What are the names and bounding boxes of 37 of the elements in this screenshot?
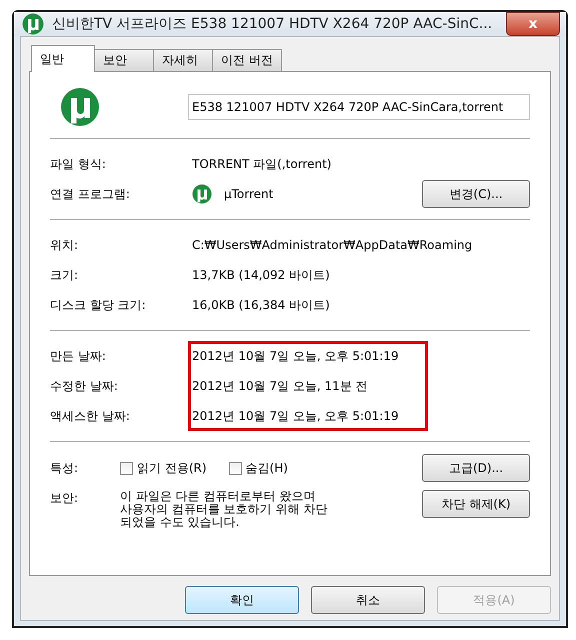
file-name-field[interactable]: E538 121007 HDTV X264 720P AAC-SinCara,torrent — [188, 94, 530, 120]
unblock-button[interactable]: 차단 해제(K) — [422, 490, 530, 518]
window-title: 신비한TV 서프라이즈 E538 121007 HDTV X264 720P AAC-SinC... — [52, 15, 494, 33]
utorrent-icon — [192, 184, 212, 204]
field-label: 디스크 할당 크기: — [50, 296, 147, 314]
checkbox[interactable] — [120, 462, 133, 474]
field-value: 2012년 10월 7일 오늘, 11분 전 — [192, 378, 368, 394]
field-label: 크기: — [50, 266, 80, 284]
tab[interactable]: 일반 — [31, 45, 95, 72]
field-value: TORRENT 파일(,torrent) — [192, 156, 332, 172]
security-message: 이 파일은 다른 컴퓨터로부터 왔으며 사용자의 컴퓨터를 보호하기 위해 차단 되었을 수도 있습니다. — [120, 490, 328, 530]
advanced-button[interactable]: 고급(D)... — [422, 454, 530, 482]
utorrent-logo-icon — [22, 13, 44, 35]
utorrent-logo-icon — [60, 87, 100, 127]
checkbox-label[interactable]: 숨김(H) — [246, 460, 288, 476]
tab[interactable]: 자세히 — [153, 49, 213, 71]
field-value: 2012년 10월 7일 오늘, 오후 5:01:19 — [192, 348, 399, 364]
dialog-button[interactable]: 취소 — [311, 586, 425, 614]
field-value: C:₩Users₩Administrator₩AppData₩Roaming — [192, 238, 472, 252]
checkbox-label[interactable]: 읽기 전용(R) — [137, 460, 207, 476]
field-label: 액세스한 날짜: — [50, 408, 131, 424]
field-value: 13,7KB (14,092 바이트) — [192, 266, 330, 284]
field-value: µTorrent — [224, 187, 274, 201]
field-label: 특성: — [50, 460, 80, 476]
field-label: 보안: — [50, 490, 80, 507]
field-label: 만든 날짜: — [50, 348, 107, 364]
field-value: 16,0KB (16,384 바이트) — [192, 296, 330, 314]
tab[interactable]: 보안 — [94, 49, 154, 71]
change-button[interactable]: 변경(C)... — [422, 180, 530, 208]
field-label: 파일 형식: — [50, 156, 107, 172]
field-value: 2012년 10월 7일 오늘, 오후 5:01:19 — [192, 408, 399, 424]
field-label: 수정한 날짜: — [50, 378, 119, 394]
field-label: 위치: — [50, 236, 80, 254]
tab[interactable]: 이전 버전 — [212, 49, 282, 71]
checkbox[interactable] — [228, 462, 242, 474]
field-label: 연결 프로그램: — [50, 186, 131, 202]
dialog-button[interactable]: 확인 — [185, 586, 299, 614]
